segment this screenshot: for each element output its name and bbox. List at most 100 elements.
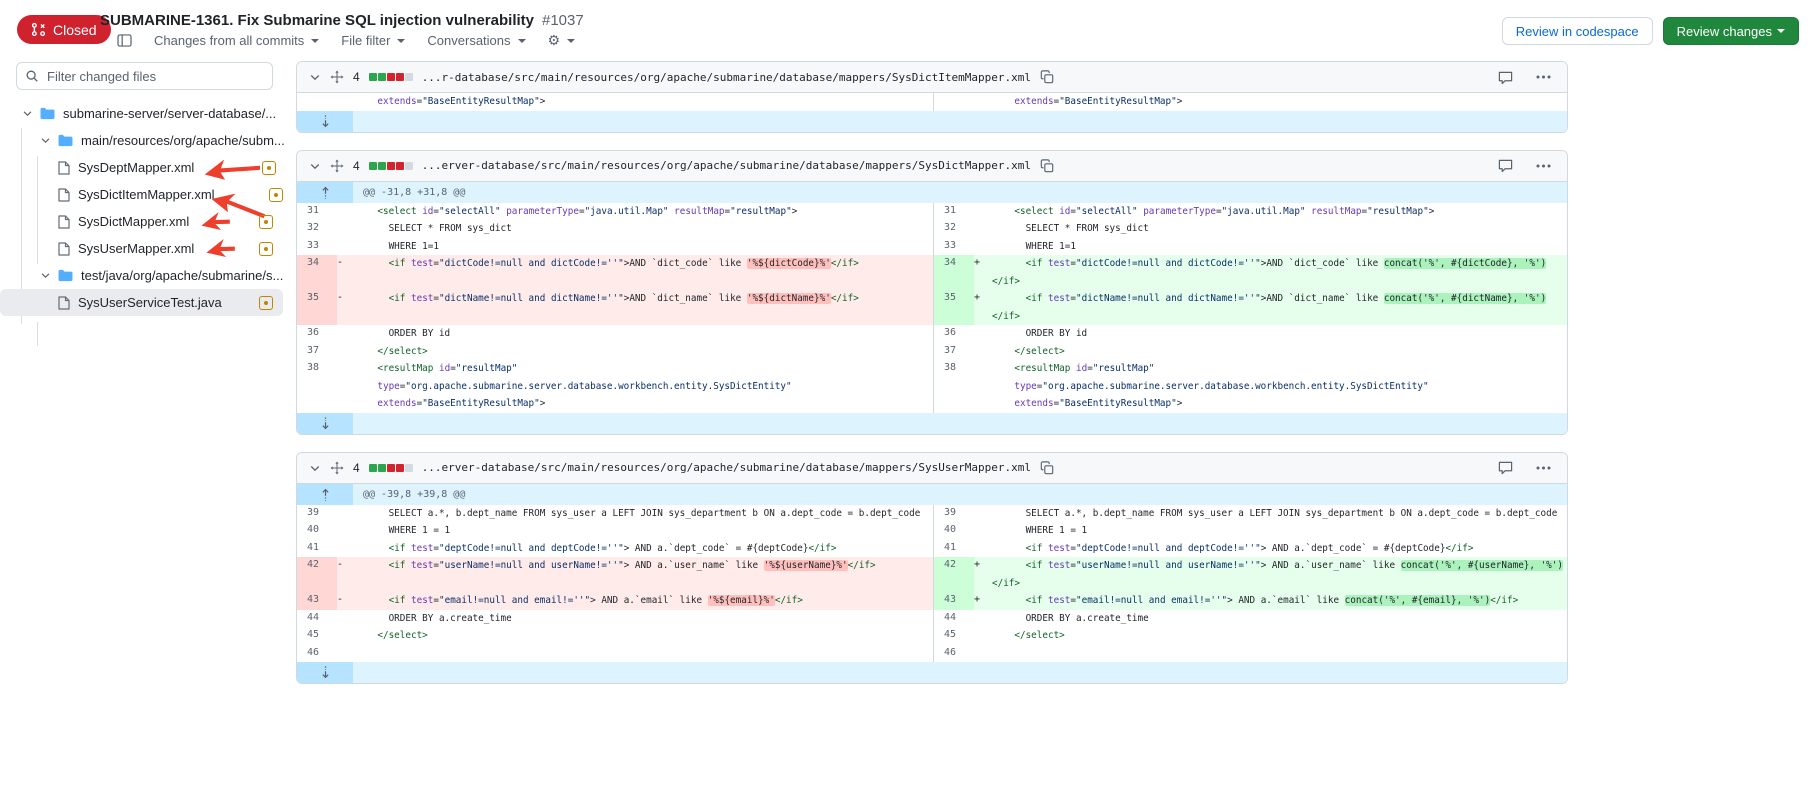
diff-marker [337,93,353,111]
line-number[interactable]: 36 [934,325,974,343]
line-number[interactable]: 31 [934,203,974,221]
line-number[interactable]: 39 [934,505,974,523]
diff-side: 42 - <if test="userName!=null and userNa… [297,557,933,592]
file-annotation-marker-icon[interactable] [262,161,276,175]
copy-path-icon[interactable] [1040,70,1054,84]
chevron-down-icon[interactable] [40,270,51,281]
tree-folder-main-resources-org-apache-subm-[interactable]: main/resources/org/apache/subm... [0,127,283,154]
line-number[interactable]: 46 [297,645,337,663]
tree-folder-test-java-org-apache-submarine-s-[interactable]: test/java/org/apache/submarine/s... [0,262,283,289]
sidebar-file-sysuserservicetest-java[interactable]: SysUserServiceTest.java [0,289,283,316]
line-number[interactable]: 33 [297,238,337,256]
comment-icon[interactable] [1498,70,1513,85]
line-number[interactable] [297,93,337,111]
changes-from-dropdown[interactable]: Changes from all commits [154,33,319,48]
review-changes-button[interactable]: Review changes [1663,17,1799,45]
chevron-down-icon[interactable] [22,108,33,119]
diff-marker: - [337,592,353,610]
diff-marker [974,610,990,628]
line-number[interactable]: 31 [297,203,337,221]
expand-up-button[interactable] [297,182,353,203]
line-number[interactable]: 38 [934,360,974,413]
line-number[interactable]: 33 [934,238,974,256]
file-filter-dropdown[interactable]: File filter [341,33,405,48]
line-number[interactable]: 43 [934,592,974,610]
line-number[interactable]: 40 [297,522,337,540]
line-number[interactable]: 44 [934,610,974,628]
file-annotation-marker-icon[interactable] [259,215,273,229]
line-number[interactable]: 34 [297,255,337,290]
sidebar-file-sysdeptmapper-xml[interactable]: SysDeptMapper.xml [0,154,283,181]
tree-folder-submarine-server-server-database-[interactable]: submarine-server/server-database/... [0,100,283,127]
line-number[interactable]: 42 [297,557,337,592]
diff-side: 41 <if test="deptCode!=null and deptCode… [933,540,1568,558]
line-number[interactable]: 45 [934,627,974,645]
line-number[interactable] [934,93,974,111]
code-cell: SELECT * FROM sys_dict [353,220,933,238]
copy-path-icon[interactable] [1040,461,1054,475]
line-number[interactable]: 32 [934,220,974,238]
kebab-menu-icon[interactable] [1536,466,1551,470]
collapse-chevron-icon[interactable] [309,160,321,172]
conversations-dropdown[interactable]: Conversations [427,33,525,48]
diff-marker: + [974,592,990,610]
file-annotation-marker-icon[interactable] [259,296,273,310]
line-number[interactable]: 35 [934,290,974,325]
expand-down-button[interactable] [297,111,353,132]
diff-marker [974,238,990,256]
line-number[interactable]: 42 [934,557,974,592]
chevron-down-icon[interactable] [40,135,51,146]
tree-guide-line [37,322,38,346]
file-path: ...erver-database/src/main/resources/org… [422,461,1031,474]
kebab-menu-icon[interactable] [1536,75,1551,79]
sidebar-file-sysusermapper-xml[interactable]: SysUserMapper.xml [0,235,283,262]
line-number[interactable]: 37 [934,343,974,361]
line-number[interactable]: 46 [934,645,974,663]
copy-path-icon[interactable] [1040,159,1054,173]
sidebar-toggle-button[interactable] [117,34,132,47]
expand-fill [353,111,1567,132]
line-number[interactable]: 38 [297,360,337,413]
diff-side: 45 </select> [933,627,1568,645]
line-number[interactable]: 44 [297,610,337,628]
collapse-chevron-icon[interactable] [309,71,321,83]
line-number[interactable]: 40 [934,522,974,540]
line-number[interactable]: 41 [934,540,974,558]
file-annotation-marker-icon[interactable] [259,242,273,256]
diffstat [369,162,413,170]
expand-up-button[interactable] [297,484,353,505]
expand-down-button[interactable] [297,662,353,683]
comment-icon[interactable] [1498,158,1513,173]
expand-down-button[interactable] [297,413,353,434]
expand-fill [353,662,1567,683]
sidebar-file-sysdictitemmapper-xml[interactable]: SysDictItemMapper.xml [0,181,283,208]
diff-marker [337,505,353,523]
line-number[interactable]: 35 [297,290,337,325]
line-number[interactable]: 37 [297,343,337,361]
diff-row: 32 SELECT * FROM sys_dict 32 SELECT * FR… [297,220,1567,238]
file-annotation-marker-icon[interactable] [269,188,283,202]
drag-handle-icon[interactable] [330,159,344,173]
kebab-menu-icon[interactable] [1536,164,1551,168]
comment-icon[interactable] [1498,460,1513,475]
diffstat-neutral-block [405,464,413,472]
filter-changed-files-input[interactable] [16,62,273,90]
code-cell: </select> [353,627,933,645]
collapse-chevron-icon[interactable] [309,462,321,474]
review-in-codespace-button[interactable]: Review in codespace [1502,17,1653,45]
folder-icon [58,134,73,147]
line-number[interactable]: 41 [297,540,337,558]
line-number[interactable]: 45 [297,627,337,645]
sidebar-file-sysdictmapper-xml[interactable]: SysDictMapper.xml [0,208,283,235]
line-number[interactable]: 32 [297,220,337,238]
diff-settings-dropdown[interactable]: ⚙ [548,32,576,49]
review-changes-label: Review changes [1677,24,1772,39]
line-number[interactable]: 36 [297,325,337,343]
line-number[interactable]: 34 [934,255,974,290]
file-tree: submarine-server/server-database/...main… [0,100,289,316]
line-number[interactable]: 43 [297,592,337,610]
diff-row: 42 - <if test="userName!=null and userNa… [297,557,1567,592]
drag-handle-icon[interactable] [330,461,344,475]
drag-handle-icon[interactable] [330,70,344,84]
line-number[interactable]: 39 [297,505,337,523]
